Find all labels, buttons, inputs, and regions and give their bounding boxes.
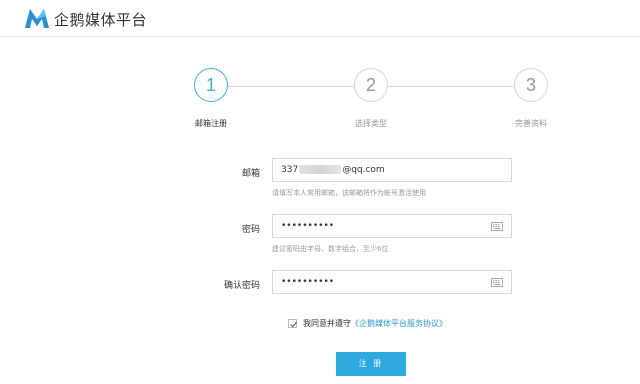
step-3-circle: 3 xyxy=(514,68,548,102)
redacted-text xyxy=(299,165,342,174)
step-1-circle: 1 xyxy=(194,68,228,102)
confirm-password-label: 确认密码 xyxy=(223,281,260,291)
step-connector xyxy=(388,86,514,87)
keyboard-icon[interactable] xyxy=(491,222,503,231)
register-button[interactable]: 注 册 xyxy=(336,352,406,376)
agreement-text: 我同意并遵守 xyxy=(303,319,351,328)
step-2-circle: 2 xyxy=(354,68,388,102)
confirm-password-value: •••••••••• xyxy=(281,277,335,287)
password-field[interactable]: •••••••••• xyxy=(272,214,512,238)
confirm-password-field[interactable]: •••••••••• xyxy=(272,270,512,294)
email-label: 邮箱 xyxy=(241,169,260,179)
top-bar: 企鹅媒体平台 xyxy=(0,0,640,37)
email-hint: 请填写本人常用邮箱，该邮箱将作为帐号激活使用 xyxy=(272,189,426,197)
registration-steps: 1 2 3 邮箱注册 选择类型 完善资料 xyxy=(0,64,640,134)
check-icon xyxy=(290,321,298,328)
step-3-label: 完善资料 xyxy=(515,119,547,128)
step-connector xyxy=(228,86,356,87)
terms-link[interactable]: 《企鹅媒体平台服务协议》 xyxy=(351,319,447,328)
password-hint: 建议密码由字母、数字组合，至少6位 xyxy=(272,245,389,253)
password-value: •••••••••• xyxy=(281,221,335,231)
agreement-checkbox[interactable] xyxy=(288,319,298,328)
brand-name: 企鹅媒体平台 xyxy=(54,11,148,29)
step-2-label: 选择类型 xyxy=(355,119,387,128)
step-1-label: 邮箱注册 xyxy=(195,119,227,128)
email-value-prefix: 337 xyxy=(281,165,299,175)
email-field[interactable]: 337 @qq.com xyxy=(272,158,512,182)
password-label: 密码 xyxy=(241,225,260,235)
keyboard-icon[interactable] xyxy=(491,278,503,287)
logo-icon[interactable] xyxy=(24,7,50,29)
agreement-row: 我同意并遵守《企鹅媒体平台服务协议》 xyxy=(288,318,447,329)
email-value-suffix: @qq.com xyxy=(342,165,385,175)
